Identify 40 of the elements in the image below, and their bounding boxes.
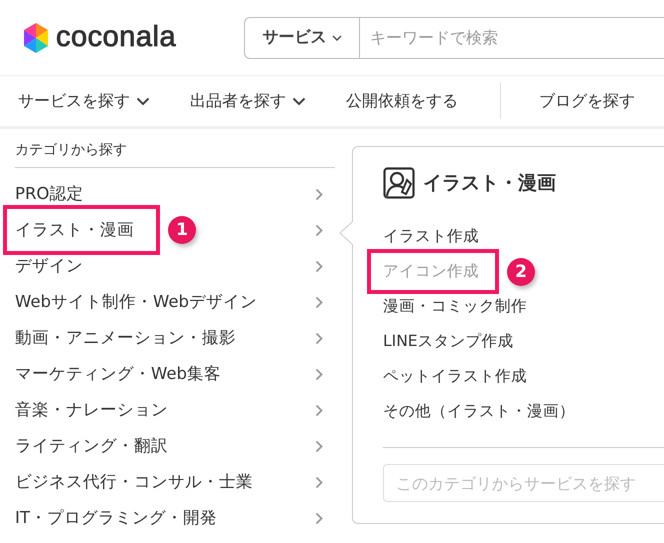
chevron-right-icon [315, 368, 323, 380]
chevron-right-icon [315, 296, 323, 308]
chevron-right-icon [315, 476, 323, 488]
chevron-down-icon [332, 34, 342, 40]
category-search-field[interactable]: このカテゴリからサービスを探す [383, 464, 664, 502]
chevron-down-icon [136, 96, 150, 106]
category-item[interactable]: 動画・アニメーション・撮影 [15, 327, 236, 349]
chevron-right-icon [315, 440, 323, 452]
subcategory-link[interactable]: イラスト作成 [383, 226, 479, 247]
chevron-right-icon [315, 188, 323, 200]
category-item[interactable]: 音楽・ナレーション [15, 399, 168, 421]
nav-menu-item[interactable]: ブログを探す [521, 90, 635, 112]
category-item[interactable]: IT・プログラミング・開発 [15, 507, 217, 529]
chevron-right-icon [315, 512, 323, 524]
logo-text[interactable]: coconala [56, 21, 176, 54]
search-scope-dropdown[interactable]: サービス [244, 16, 360, 58]
step-badge: 2 [507, 258, 535, 286]
category-item[interactable]: デザイン [15, 255, 83, 277]
illustrator-icon [383, 167, 415, 199]
chevron-right-icon [315, 224, 323, 236]
subcategory-link[interactable]: LINEスタンプ作成 [383, 331, 514, 352]
chevron-right-icon [315, 404, 323, 416]
chevron-right-icon [315, 332, 323, 344]
panel-title: イラスト・漫画 [423, 171, 556, 196]
category-item[interactable]: マーケティング・Web集客 [15, 363, 221, 385]
category-item[interactable]: ビジネス代行・コンサル・士業 [15, 471, 253, 493]
chevron-down-icon [292, 96, 306, 106]
subcategory-link[interactable]: 漫画・コミック制作 [383, 296, 527, 317]
subcategory-link[interactable]: ペットイラスト作成 [383, 366, 527, 387]
subcategory-link[interactable]: その他（イラスト・漫画） [383, 401, 575, 422]
chevron-right-icon [315, 260, 323, 272]
category-item[interactable]: Webサイト制作・Webデザイン [15, 291, 257, 313]
category-item[interactable]: PRO認定 [15, 183, 84, 205]
nav-menu-item[interactable]: 公開依頼をする [328, 90, 458, 112]
step-badge: 1 [168, 216, 196, 244]
category-item[interactable]: ライティング・翻訳 [15, 435, 168, 457]
nav-menu-item[interactable]: サービスを探す [0, 90, 150, 112]
section-heading: カテゴリから探す [15, 129, 335, 168]
search-field[interactable]: キーワードで検索 [360, 16, 664, 58]
nav-menu-item[interactable]: 出品者を探す [172, 90, 306, 112]
